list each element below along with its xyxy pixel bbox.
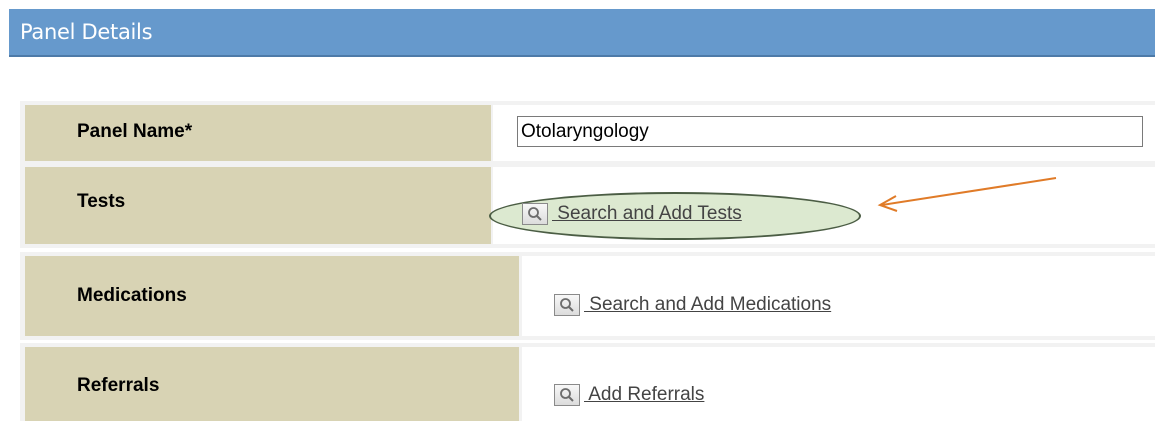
medications-label: Medications	[77, 285, 187, 306]
search-and-add-tests-link[interactable]: Search and Add Tests	[522, 203, 742, 225]
page-title: Panel Details	[20, 20, 153, 44]
add-referrals-link[interactable]: Add Referrals	[554, 384, 704, 406]
referrals-row: Referrals Add Referrals	[20, 343, 1155, 421]
medications-label-cell: Medications	[25, 256, 519, 336]
referrals-label: Referrals	[77, 375, 160, 396]
add-referrals-text: Add Referrals	[584, 384, 705, 405]
tests-label-cell: Tests	[25, 167, 491, 244]
search-and-add-medications-link[interactable]: Search and Add Medications	[554, 294, 831, 316]
panel-name-value-cell	[493, 105, 1155, 161]
panel-name-label-cell: Panel Name*	[25, 105, 491, 161]
panel-details-header: Panel Details	[9, 9, 1155, 57]
search-and-add-medications-text: Search and Add Medications	[584, 294, 832, 315]
tests-label: Tests	[77, 191, 126, 212]
magnifier-icon	[554, 294, 580, 316]
annotation-arrow-icon	[877, 177, 1057, 212]
panel-name-label: Panel Name*	[77, 121, 193, 142]
panel-name-row: Panel Name*	[20, 101, 1155, 165]
referrals-label-cell: Referrals	[25, 347, 519, 421]
magnifier-icon	[554, 384, 580, 406]
medications-row: Medications Search and Add Medications	[20, 252, 1155, 340]
search-and-add-tests-text: Search and Add Tests	[552, 203, 742, 224]
panel-name-input[interactable]	[517, 116, 1143, 147]
referrals-value-cell: Add Referrals	[522, 347, 1155, 421]
medications-value-cell: Search and Add Medications	[522, 256, 1155, 336]
magnifier-icon	[522, 203, 548, 225]
